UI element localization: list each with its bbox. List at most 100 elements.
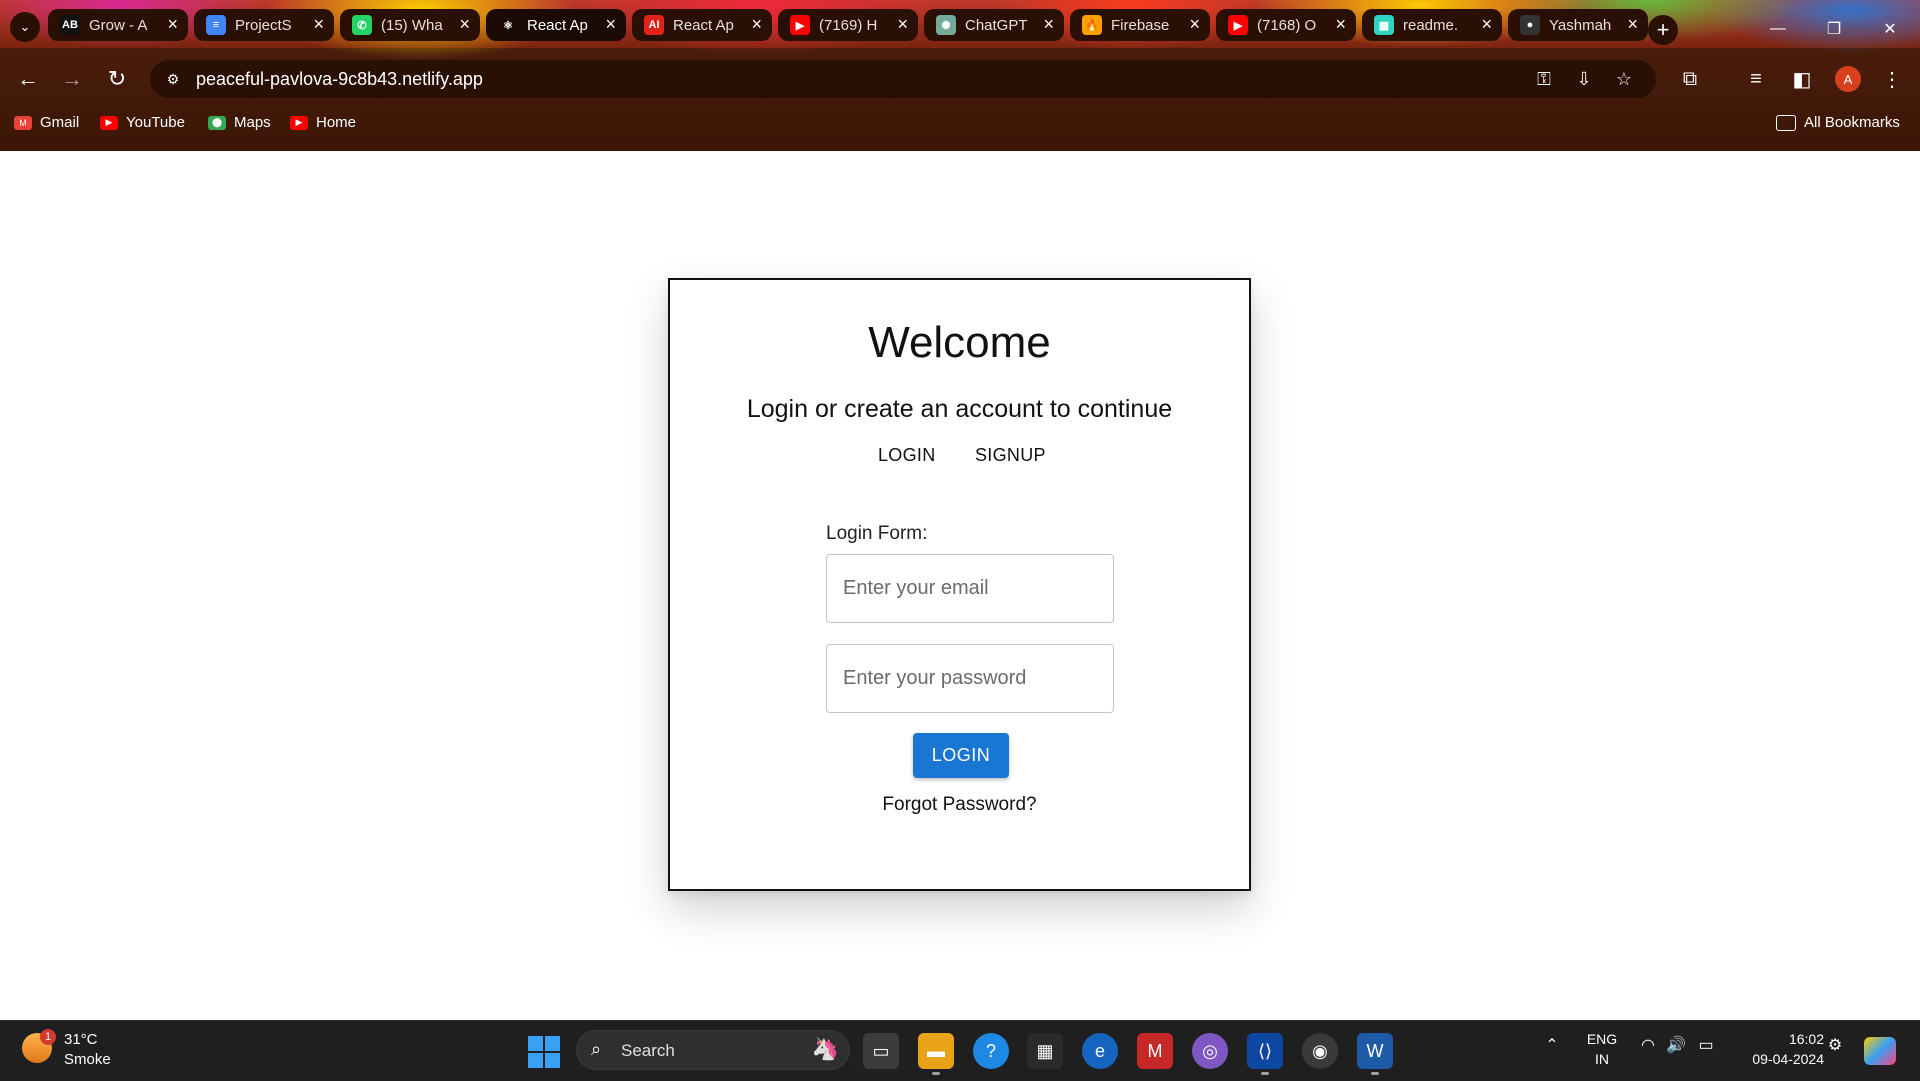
page-title: Welcome <box>868 318 1051 367</box>
close-tab-icon[interactable]: × <box>1481 14 1492 35</box>
browser-tab[interactable]: ▦ readme. × <box>1362 9 1502 41</box>
show-hidden-icons-chevron[interactable]: ⌃ <box>1540 1035 1564 1055</box>
profile-avatar[interactable]: A <box>1835 66 1861 92</box>
notification-bell-icon[interactable]: ⚙ <box>1822 1035 1848 1055</box>
start-button[interactable] <box>528 1036 560 1068</box>
taskbar-search[interactable]: ⌕ Search 🦄 <box>576 1030 850 1070</box>
copilot-icon[interactable] <box>1864 1037 1896 1065</box>
menu-kebab-icon[interactable]: ⋮ <box>1876 63 1908 95</box>
browser-tab[interactable]: ✺ ChatGPT × <box>924 9 1064 41</box>
bookmark-item[interactable]: ▶ YouTube <box>100 114 185 131</box>
edge-icon[interactable]: e <box>1082 1033 1118 1069</box>
browser-tab[interactable]: ✆ (15) Wha × <box>340 9 480 41</box>
battery-icon[interactable]: ▭ <box>1694 1035 1718 1055</box>
login-form-label: Login Form: <box>826 523 928 544</box>
bookmarks-bar: M Gmail ▶ YouTube ⬤ Maps ▶ Home All Bookmarks <box>0 112 1920 138</box>
close-tab-icon[interactable]: × <box>897 14 908 35</box>
folder-icon <box>1776 114 1796 131</box>
close-window-button[interactable]: ✕ <box>1870 14 1910 44</box>
close-tab-icon[interactable]: × <box>1335 14 1346 35</box>
close-tab-icon[interactable]: × <box>1189 14 1200 35</box>
github-icon: ● <box>1520 15 1540 35</box>
reload-button[interactable]: ↻ <box>101 63 133 95</box>
browser-tab[interactable]: ▶ (7169) H × <box>778 9 918 41</box>
language-top[interactable]: ENG <box>1578 1031 1626 1047</box>
chrome-icon[interactable]: ◉ <box>1302 1033 1338 1069</box>
vscode-icon[interactable]: ⟨⟩ <box>1247 1033 1283 1075</box>
address-bar[interactable]: ⚙ peaceful-pavlova-9c8b43.netlify.app ⚿ … <box>150 60 1656 98</box>
whatsapp-icon: ✆ <box>352 15 372 35</box>
store-icon[interactable]: ▦ <box>1027 1033 1063 1069</box>
volume-icon[interactable]: 🔊 <box>1664 1035 1688 1055</box>
browser-tab[interactable]: ≡ ProjectS × <box>194 9 334 41</box>
youtube-icon: ▶ <box>100 115 118 130</box>
ai-icon: AI <box>644 15 664 35</box>
bookmark-item[interactable]: ▶ Home <box>290 114 356 131</box>
restore-button[interactable]: ❐ <box>1814 14 1854 44</box>
firebase-icon: 🔥 <box>1082 15 1102 35</box>
browser-tab[interactable]: ⚛ React Ap × <box>486 9 626 41</box>
close-tab-icon[interactable]: × <box>313 14 324 35</box>
language-bottom[interactable]: IN <box>1578 1051 1626 1067</box>
wifi-icon[interactable]: ◠ <box>1636 1035 1660 1055</box>
weather-temperature[interactable]: 31°C <box>64 1031 98 1048</box>
tab-title: React Ap <box>527 16 588 34</box>
search-label: Search <box>621 1041 675 1060</box>
unicorn-icon: 🦄 <box>811 1036 839 1061</box>
readme-icon: ▦ <box>1374 15 1394 35</box>
auth-card: Welcome Login or create an account to co… <box>668 278 1251 891</box>
tab-title: Grow - A <box>89 16 148 34</box>
browser-tab[interactable]: AI React Ap × <box>632 9 772 41</box>
minimize-button[interactable]: — <box>1758 14 1798 44</box>
close-tab-icon[interactable]: × <box>751 14 762 35</box>
browser-tab[interactable]: AB Grow - A × <box>48 9 188 41</box>
login-button[interactable]: LOGIN <box>913 733 1009 778</box>
tab-title: Firebase <box>1111 16 1170 34</box>
youtube-icon: ▶ <box>290 115 308 130</box>
close-tab-icon[interactable]: × <box>1043 14 1054 35</box>
browser-toolbar: ← → ↻ ⚙ peaceful-pavlova-9c8b43.netlify.… <box>0 50 1920 108</box>
file-explorer-icon[interactable]: ▬ <box>918 1033 954 1075</box>
browser-tab[interactable]: ▶ (7168) O × <box>1216 9 1356 41</box>
weather-description[interactable]: Smoke <box>64 1051 111 1068</box>
all-bookmarks-label: All Bookmarks <box>1804 114 1900 131</box>
back-button[interactable]: ← <box>12 63 44 95</box>
forgot-password-link[interactable]: Forgot Password? <box>670 794 1249 816</box>
tab-login[interactable]: LOGIN <box>878 445 936 466</box>
side-panel-icon[interactable]: ◧ <box>1786 63 1818 95</box>
tab-search-button[interactable]: ⌄ <box>10 12 40 42</box>
browser-alt-icon[interactable]: ◎ <box>1192 1033 1228 1069</box>
tab-title: (7168) O <box>1257 16 1317 34</box>
maps-icon: ⬤ <box>208 115 226 130</box>
help-icon[interactable]: ? <box>973 1033 1009 1069</box>
bookmark-item[interactable]: M Gmail <box>14 114 79 131</box>
clock-time[interactable]: 16:02 <box>1734 1031 1824 1047</box>
close-tab-icon[interactable]: × <box>1627 14 1638 35</box>
weather-badge: 1 <box>40 1029 56 1045</box>
bookmark-item[interactable]: ⬤ Maps <box>208 114 271 131</box>
mcafee-icon[interactable]: M <box>1137 1033 1173 1069</box>
browser-tab[interactable]: ● Yashmah × <box>1508 9 1648 41</box>
url-text[interactable]: peaceful-pavlova-9c8b43.netlify.app <box>196 69 483 90</box>
clock-date[interactable]: 09-04-2024 <box>1734 1051 1824 1067</box>
password-field[interactable] <box>826 644 1114 713</box>
new-tab-button[interactable]: + <box>1648 15 1678 45</box>
extensions-icon[interactable]: ⧉ <box>1674 63 1706 95</box>
page-content: Welcome Login or create an account to co… <box>0 151 1920 1020</box>
bookmark-star-icon[interactable]: ☆ <box>1612 67 1636 91</box>
tab-signup[interactable]: SIGNUP <box>975 445 1046 466</box>
site-info-icon[interactable]: ⚙ <box>162 68 184 90</box>
install-app-icon[interactable]: ⇩ <box>1572 67 1596 91</box>
forward-button[interactable]: → <box>56 63 88 95</box>
close-tab-icon[interactable]: × <box>605 14 616 35</box>
word-icon[interactable]: W <box>1357 1033 1393 1075</box>
all-bookmarks-button[interactable]: All Bookmarks <box>1776 114 1900 131</box>
password-key-icon[interactable]: ⚿ <box>1532 67 1556 91</box>
media-controls-icon[interactable]: ≡ <box>1740 63 1772 95</box>
email-field[interactable] <box>826 554 1114 623</box>
close-tab-icon[interactable]: × <box>167 14 178 35</box>
browser-tab[interactable]: 🔥 Firebase × <box>1070 9 1210 41</box>
task-view-icon[interactable]: ▭ <box>863 1033 899 1069</box>
close-tab-icon[interactable]: × <box>459 14 470 35</box>
youtube-icon: ▶ <box>1228 15 1248 35</box>
